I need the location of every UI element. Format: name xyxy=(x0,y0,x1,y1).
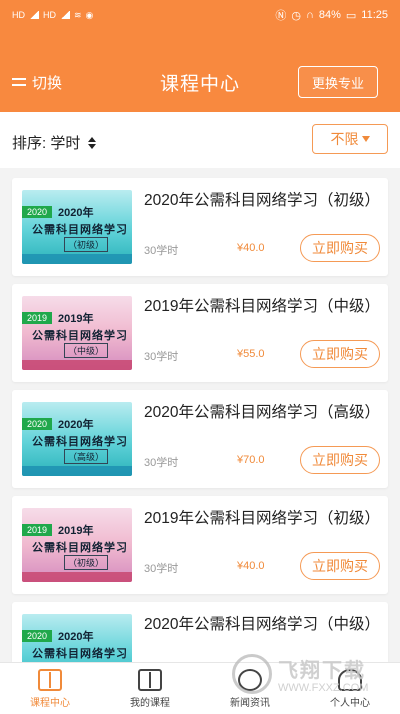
thumb-year: 2020年 xyxy=(58,207,94,219)
thumb-year: 2020年 xyxy=(58,419,94,431)
course-thumbnail: 2019 2019年 公需科目网络学习 （初级） xyxy=(22,508,132,582)
change-major-button[interactable]: 更换专业 xyxy=(298,66,378,98)
sort-arrows-icon xyxy=(88,136,97,149)
course-hours: 30学时 xyxy=(144,563,179,575)
thumb-stripe xyxy=(22,360,132,370)
filter-dropdown[interactable]: 不限 xyxy=(312,124,388,154)
thumb-year: 2020年 xyxy=(58,631,94,643)
course-card[interactable]: 2020 2020年 公需科目网络学习 （初级） 2020年公需科目网络学习（初… xyxy=(12,178,388,276)
tab-news[interactable]: 新闻资讯 xyxy=(200,663,300,714)
switch-icon xyxy=(12,75,28,89)
tab-label: 新闻资讯 xyxy=(230,697,270,709)
thumb-level: （中级） xyxy=(64,343,109,358)
thumb-stripe xyxy=(22,254,132,264)
buy-now-button[interactable]: 立即购买 xyxy=(300,446,380,474)
switch-button[interactable]: 切换 xyxy=(12,72,62,93)
course-card[interactable]: 2020 2020年 公需科目网络学习 （高级） 2020年公需科目网络学习（高… xyxy=(12,390,388,488)
alarm-icon: ◷ xyxy=(291,9,301,22)
eye-icon: ◉ xyxy=(85,9,94,20)
year-badge: 2019 xyxy=(22,312,53,324)
tab-label: 课程中心 xyxy=(30,697,70,709)
thumb-year: 2019年 xyxy=(58,525,94,537)
thumb-year: 2019年 xyxy=(58,313,94,325)
tab-course-center[interactable]: 课程中心 xyxy=(0,663,100,714)
signal-icon-2 xyxy=(60,11,70,19)
course-price: ¥55.0 xyxy=(237,348,265,360)
course-price: ¥40.0 xyxy=(237,560,265,572)
year-badge: 2019 xyxy=(22,524,53,536)
status-right: Ⓝ ◷ ∩ 84% ▭ 11:25 xyxy=(275,7,388,23)
status-left: HD HD ≋ ◉ xyxy=(12,10,93,21)
sort-bar: 排序: 学时 不限 xyxy=(0,112,400,168)
filter-label: 不限 xyxy=(330,131,359,147)
thumb-stripe xyxy=(22,572,132,582)
course-card[interactable]: 2020 2020年 公需科目网络学习 2020年公需科目网络学习（中级） xyxy=(12,602,388,688)
course-title: 2020年公需科目网络学习（初级） xyxy=(144,192,380,209)
course-title: 2020年公需科目网络学习（高级） xyxy=(144,404,380,421)
thumb-title: 公需科目网络学习 xyxy=(32,224,128,236)
thumb-title: 公需科目网络学习 xyxy=(32,542,128,554)
year-badge: 2020 xyxy=(22,206,53,218)
thumb-level: （初级） xyxy=(64,237,109,252)
course-title: 2020年公需科目网络学习（中级） xyxy=(144,616,380,633)
headphone-icon: ∩ xyxy=(305,9,314,21)
course-price: ¥40.0 xyxy=(237,242,265,254)
course-thumbnail: 2019 2019年 公需科目网络学习 （中级） xyxy=(22,296,132,370)
thumb-title: 公需科目网络学习 xyxy=(32,648,128,660)
course-price: ¥70.0 xyxy=(237,454,265,466)
hd-label-1: HD xyxy=(12,10,25,20)
nav-bar: 切换 课程中心 更换专业 xyxy=(0,62,400,102)
status-bar: HD HD ≋ ◉ Ⓝ ◷ ∩ 84% ▭ 11:25 xyxy=(0,6,400,24)
buy-now-button[interactable]: 立即购买 xyxy=(300,234,380,262)
course-thumbnail: 2020 2020年 公需科目网络学习 （高级） xyxy=(22,402,132,476)
battery-percent: 84% xyxy=(318,9,341,21)
course-thumbnail: 2020 2020年 公需科目网络学习 （初级） xyxy=(22,190,132,264)
tab-label: 个人中心 xyxy=(330,697,370,709)
thumb-level: （高级） xyxy=(64,449,109,464)
buy-now-button[interactable]: 立即购买 xyxy=(300,552,380,580)
course-card[interactable]: 2019 2019年 公需科目网络学习 （初级） 2019年公需科目网络学习（初… xyxy=(12,496,388,594)
tab-label: 我的课程 xyxy=(130,697,170,709)
app-header: HD HD ≋ ◉ Ⓝ ◷ ∩ 84% ▭ 11:25 切换 课程中心 更换专业 xyxy=(0,0,400,112)
wifi-icon: ≋ xyxy=(74,9,82,20)
year-badge: 2020 xyxy=(22,630,53,642)
tab-my-courses[interactable]: 我的课程 xyxy=(100,663,200,714)
year-badge: 2020 xyxy=(22,418,53,430)
buy-now-button[interactable]: 立即购买 xyxy=(300,340,380,368)
caret-down-icon xyxy=(361,136,370,142)
book-open-icon xyxy=(38,668,62,691)
thumb-title: 公需科目网络学习 xyxy=(32,436,128,448)
book-icon xyxy=(138,668,162,691)
battery-icon: ▭ xyxy=(345,9,357,22)
sort-label: 排序: 学时 xyxy=(12,135,81,152)
thumb-title: 公需科目网络学习 xyxy=(32,330,128,342)
course-card[interactable]: 2019 2019年 公需科目网络学习 （中级） 2019年公需科目网络学习（中… xyxy=(12,284,388,382)
course-hours: 30学时 xyxy=(144,245,179,257)
thumb-stripe xyxy=(22,466,132,476)
hd-label-2: HD xyxy=(43,10,56,20)
bottom-tab-bar: 课程中心 我的课程 新闻资讯 个人中心 xyxy=(0,662,400,714)
person-icon xyxy=(338,668,362,691)
signal-icon xyxy=(29,11,39,19)
switch-label: 切换 xyxy=(32,74,63,92)
tab-profile[interactable]: 个人中心 xyxy=(300,663,400,714)
nfc-icon: Ⓝ xyxy=(275,10,287,22)
sort-by-hours[interactable]: 排序: 学时 xyxy=(12,132,97,153)
course-title: 2019年公需科目网络学习（中级） xyxy=(144,298,380,315)
course-hours: 30学时 xyxy=(144,351,179,363)
course-title: 2019年公需科目网络学习（初级） xyxy=(144,510,380,527)
clock-time: 11:25 xyxy=(361,9,388,21)
thumb-level: （初级） xyxy=(64,555,109,570)
course-hours: 30学时 xyxy=(144,457,179,469)
news-icon xyxy=(238,668,262,691)
